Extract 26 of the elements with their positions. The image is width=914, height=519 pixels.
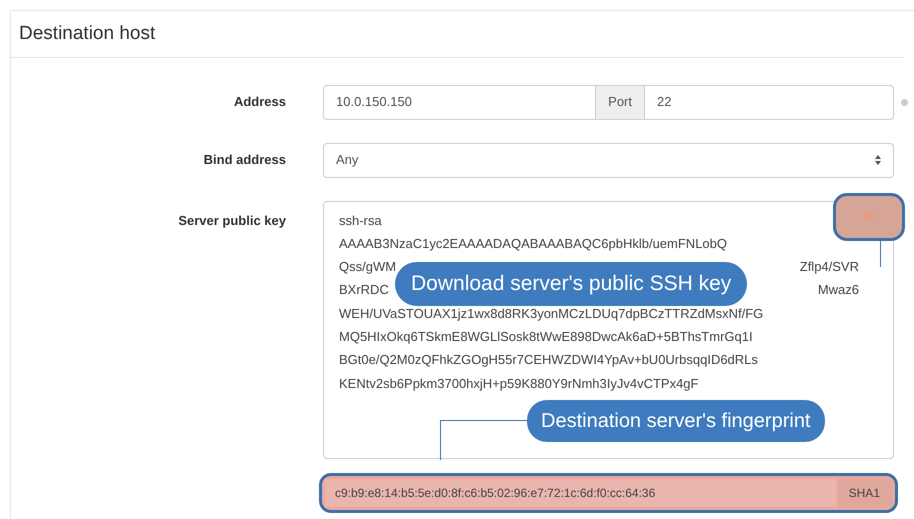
key-text: WEH/UVaSTOUAX1jz1wx8d8RK3yonMCzLDUq7dpBCzTTRZdMsxNf/FG bbox=[339, 304, 764, 323]
field-label: Bind address bbox=[204, 151, 286, 170]
key-text: MQ5HIxOkq6TSkmE8WGLlSosk8tWwE898DwcAk6aD+5BThsTmrGq1I bbox=[339, 328, 753, 346]
download-key-button[interactable] bbox=[833, 193, 905, 241]
field-label: Server public key bbox=[178, 212, 286, 230]
callout-bubble: Destination server's fingerprint bbox=[527, 400, 824, 442]
key-text: ssh-rsa bbox=[339, 212, 382, 230]
algorithm-addon: SHA1 bbox=[836, 478, 892, 506]
key-text: KENtv2sb6Ppkm3700hxjH+p59K880Y9rNmh3IyJv4vCTPx4gF bbox=[339, 374, 698, 393]
section-title: Destination host bbox=[19, 23, 156, 44]
public-key-textarea[interactable] bbox=[323, 200, 894, 458]
select-arrows-icon bbox=[875, 155, 881, 165]
key-text: Qss/gWM bbox=[339, 258, 396, 276]
callout-bubble: Download server's public SSH key bbox=[395, 262, 748, 306]
port-field[interactable]: 22 bbox=[644, 84, 894, 120]
address-field[interactable]: 10.0.150.150 bbox=[323, 84, 596, 120]
leader-line bbox=[880, 241, 881, 267]
key-text: BXrRDC bbox=[339, 281, 389, 300]
key-text: Zflp4/SVR bbox=[800, 258, 859, 276]
fingerprint-value: c9:b9:e8:14:b5:5e:d0:8f:c6:b5:02:96:e7:72:1c:6d:f0:cc:64:36 bbox=[325, 478, 837, 506]
port-addon: Port bbox=[596, 84, 644, 120]
field-label: Address bbox=[234, 93, 286, 112]
key-text: AAAAB3NzaC1yc2EAAAADAQABAAABAQC6pbHklb/uemFNLobQ bbox=[339, 234, 728, 253]
key-text: BGt0e/Q2M0zQFhkZGOgH55r7CEHWZDWI4YpAv+bU0UrbsqqID6dRLs bbox=[339, 351, 758, 370]
bind-address-select[interactable]: Any bbox=[323, 142, 894, 178]
key-text: Mwaz6 bbox=[818, 281, 859, 300]
